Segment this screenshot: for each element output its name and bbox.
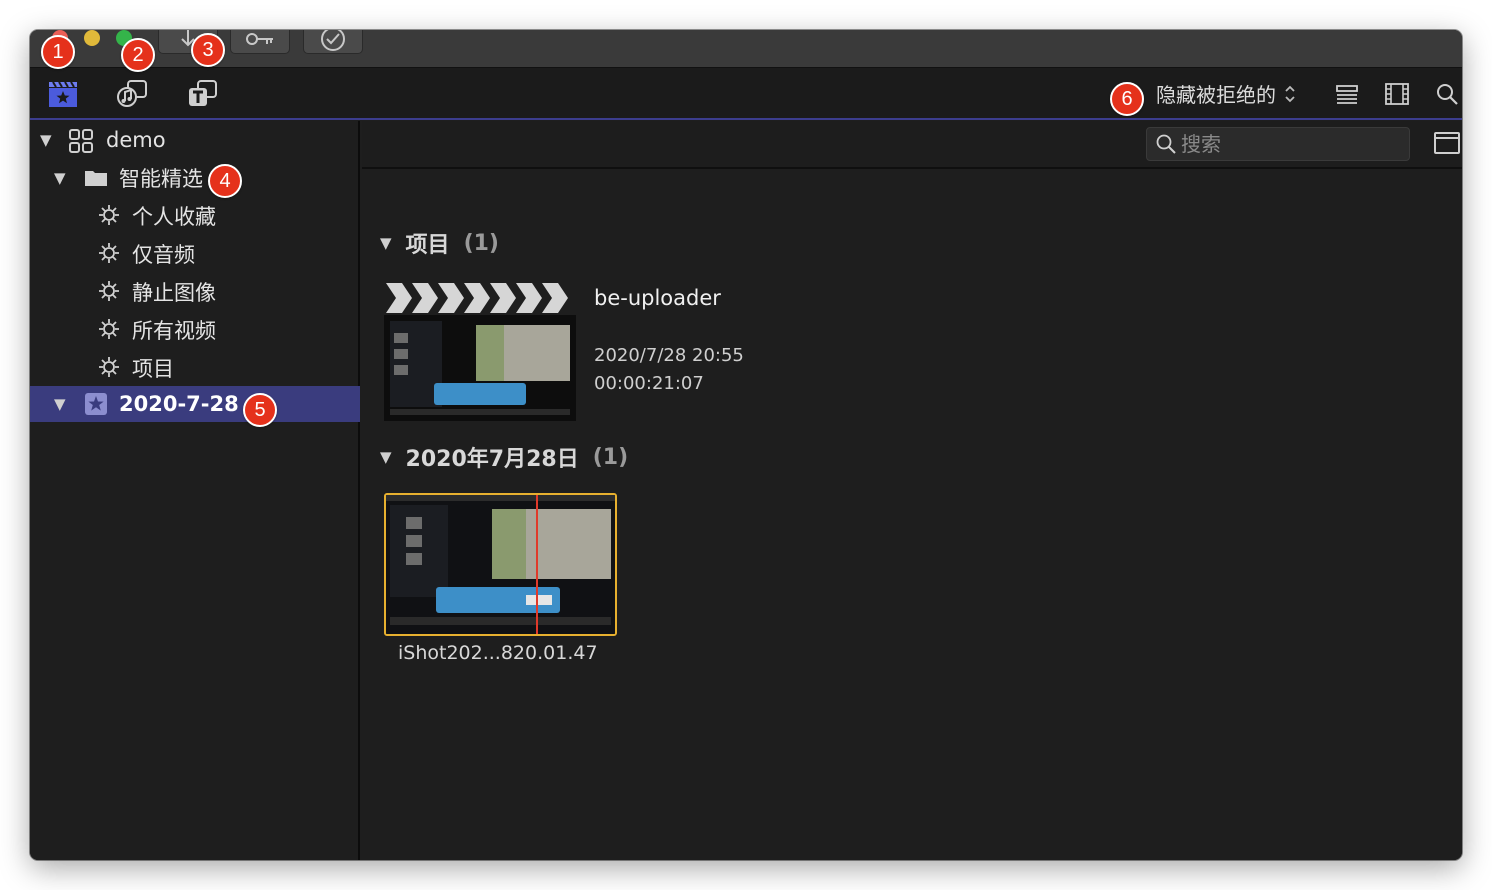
library-name: demo	[106, 128, 166, 152]
title-bar	[30, 30, 1462, 68]
callout-badge: 3	[191, 33, 225, 67]
callout-badge: 4	[208, 164, 242, 198]
sidebar-item-smart-collection[interactable]: 所有视频	[30, 312, 360, 348]
filmstrip-view-button[interactable]	[1384, 81, 1410, 107]
callout-badge: 2	[121, 38, 155, 72]
callout-badge: 5	[243, 393, 277, 427]
smart-collection-label: 个人收藏	[132, 205, 216, 229]
callout-badge: 1	[41, 35, 75, 69]
callout-badge: 6	[1110, 82, 1144, 116]
search-input[interactable]	[1181, 132, 1401, 156]
sidebar-item-event[interactable]: ▼ 2020-7-28	[30, 386, 360, 422]
project-date: 2020/7/28 20:55	[594, 345, 744, 366]
search-icon	[1437, 84, 1458, 105]
clip-name: iShot202...820.01.47	[398, 642, 598, 664]
disclosure-triangle-icon[interactable]: ▼	[380, 448, 392, 466]
section-title: 项目	[405, 233, 450, 258]
clip-filter-popup[interactable]: 隐藏被拒绝的	[1156, 79, 1296, 108]
chevron-updown-icon	[1284, 84, 1296, 104]
project-clapper-thumbnail	[384, 283, 576, 421]
sidebar-item-smart-collection[interactable]: 仅音频	[30, 236, 360, 272]
checkmark-circle-icon	[321, 30, 345, 51]
search-field[interactable]	[1146, 127, 1410, 161]
filmstrip-icon	[1385, 83, 1409, 105]
libraries-icon	[49, 81, 77, 107]
sidebar-item-library[interactable]: ▼ demo	[30, 122, 360, 158]
event-label: 2020-7-28	[119, 392, 239, 416]
projects-section-header[interactable]: ▼ 项目 (1)	[380, 227, 499, 259]
sidebar-item-smart-collection[interactable]: 静止图像	[30, 274, 360, 310]
smart-collection-label: 仅音频	[132, 243, 195, 267]
photos-audio-icon	[117, 80, 147, 107]
libraries-button[interactable]	[46, 78, 80, 110]
search-toggle-button[interactable]	[1434, 81, 1460, 107]
disclosure-triangle-icon[interactable]: ▼	[54, 395, 66, 413]
disclosure-triangle-icon[interactable]: ▼	[40, 131, 52, 149]
gear-icon	[98, 242, 120, 264]
project-name[interactable]: be-uploader	[594, 286, 721, 310]
project-duration: 00:00:21:07	[594, 373, 704, 394]
smart-folder-label: 智能精选	[119, 167, 203, 191]
smart-collection-label: 项目	[132, 357, 174, 381]
library-grid-icon	[68, 128, 94, 154]
sidebar-item-smart-collection[interactable]: 项目	[30, 350, 360, 386]
titles-generators-button[interactable]	[186, 78, 220, 110]
section-title: 2020年7月28日	[405, 447, 579, 472]
sidebar-item-smart-folder[interactable]: ▼ 智能精选	[30, 160, 360, 196]
smart-collection-label: 静止图像	[132, 281, 216, 305]
search-icon	[1156, 134, 1176, 154]
background-tasks-button[interactable]	[303, 30, 363, 54]
clip-filter-label: 隐藏被拒绝的	[1156, 83, 1276, 107]
star-event-icon	[84, 392, 108, 416]
photos-audio-button[interactable]	[116, 78, 150, 110]
gear-icon	[98, 204, 120, 226]
browser-panel-icon[interactable]	[1434, 132, 1460, 154]
clip-thumbnail[interactable]	[384, 493, 617, 636]
gear-icon	[98, 356, 120, 378]
folder-icon	[84, 168, 108, 188]
sidebar-item-smart-collection[interactable]: 个人收藏	[30, 198, 360, 234]
project-thumbnail[interactable]	[384, 279, 576, 421]
search-bar	[362, 121, 1462, 169]
minimize-window-button[interactable]	[84, 30, 100, 46]
titles-icon	[189, 80, 217, 106]
app-window: 隐藏被拒绝的 ▼ demo ▼ 智能精选 个人收藏 仅音频 静止图像 所有视频 …	[30, 30, 1462, 860]
disclosure-triangle-icon[interactable]: ▼	[54, 169, 66, 187]
browser-content: ▼ 项目 (1)	[362, 121, 1462, 860]
section-count: (1)	[463, 230, 499, 256]
clip-filmstrip-image	[386, 495, 615, 634]
list-view-icon	[1336, 85, 1358, 104]
section-count: (1)	[592, 444, 629, 470]
clip-appearance-button[interactable]	[1334, 81, 1360, 107]
keyword-editor-button[interactable]	[230, 30, 290, 54]
smart-collection-label: 所有视频	[132, 319, 216, 343]
libraries-sidebar: ▼ demo ▼ 智能精选 个人收藏 仅音频 静止图像 所有视频 项目 ▼ 20…	[30, 121, 360, 860]
gear-icon	[98, 318, 120, 340]
browser-toolbar: 隐藏被拒绝的	[30, 68, 1462, 120]
disclosure-triangle-icon[interactable]: ▼	[380, 234, 392, 252]
key-icon	[246, 33, 273, 45]
event-section-header[interactable]: ▼ 2020年7月28日 (1)	[380, 441, 628, 473]
gear-icon	[98, 280, 120, 302]
